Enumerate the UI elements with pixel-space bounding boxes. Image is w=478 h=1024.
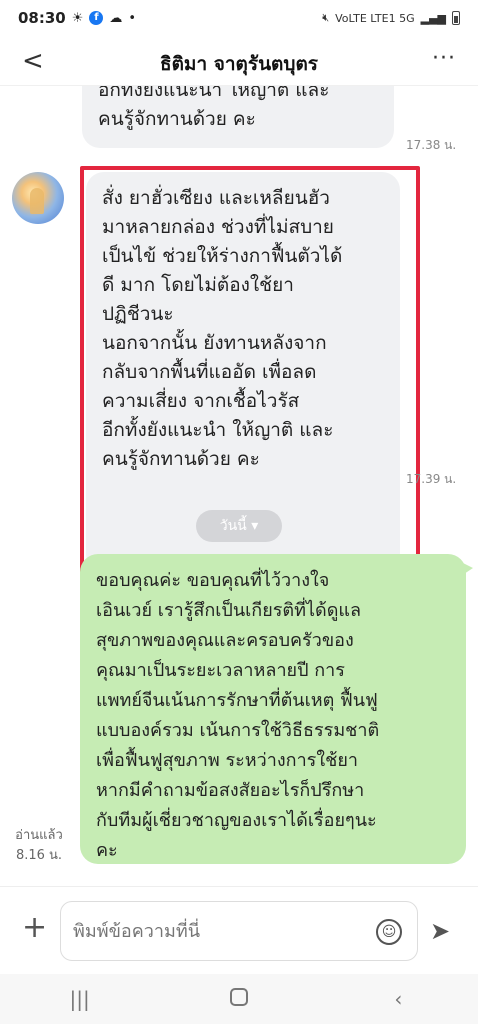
back-nav-icon[interactable]: ‹ bbox=[368, 987, 428, 1011]
status-left: 08:30 ☀ f ☁ • bbox=[18, 9, 136, 27]
signal-icon: ▂▄▆ bbox=[420, 11, 446, 25]
read-status: อ่านแล้ว bbox=[15, 828, 63, 843]
dot-icon: • bbox=[128, 10, 137, 26]
status-bar: 08:30 ☀ f ☁ • 🔇︎ VoLTE LTE1 5G ▂▄▆ bbox=[0, 0, 478, 36]
chat-header: < ธิติมา จาตุรันตบุตร ··· bbox=[0, 36, 478, 86]
message-input[interactable] bbox=[60, 901, 418, 961]
mute-icon: 🔇︎ bbox=[322, 11, 330, 24]
status-time: 08:30 bbox=[18, 9, 66, 27]
recent-apps-icon[interactable]: ||| bbox=[50, 987, 110, 1011]
message-time: 17.38 น. bbox=[406, 138, 457, 152]
cloud-icon: ☁ bbox=[109, 10, 123, 26]
read-receipt: อ่านแล้ว 8.16 น. bbox=[8, 826, 70, 866]
status-right: 🔇︎ VoLTE LTE1 5G ▂▄▆ bbox=[322, 11, 460, 25]
emoji-icon[interactable]: ☺ bbox=[376, 919, 402, 945]
message-time: 17.39 น. bbox=[406, 472, 457, 486]
more-options-button[interactable]: ··· bbox=[432, 46, 456, 71]
plus-icon[interactable]: + bbox=[22, 913, 47, 943]
contact-name: ธิติมา จาตุรันตบุตร bbox=[159, 53, 319, 75]
message-time: 8.16 น. bbox=[15, 848, 63, 863]
system-nav-bar: ||| ‹ bbox=[0, 974, 478, 1024]
sun-icon: ☀ bbox=[71, 10, 84, 26]
contact-avatar[interactable] bbox=[12, 172, 64, 224]
message-bubble-incoming[interactable]: อีกทั้งยังแนะนำ ให้ญาติ และ คนรู้จักทานด… bbox=[82, 86, 394, 148]
input-bar: + ☺ ➤ bbox=[0, 886, 478, 974]
message-bubble-outgoing[interactable]: ขอบคุณค่ะ ขอบคุณที่ไว้วางใจ เอินเวย์ เรา… bbox=[80, 554, 473, 864]
home-icon[interactable] bbox=[209, 987, 269, 1011]
network-label: VoLTE LTE1 5G bbox=[335, 11, 415, 25]
send-icon[interactable]: ➤ bbox=[430, 917, 450, 945]
battery-icon bbox=[452, 11, 460, 25]
date-divider[interactable]: วันนี้ ▾ bbox=[196, 510, 282, 542]
facebook-icon: f bbox=[89, 11, 104, 25]
chat-area[interactable]: อีกทั้งยังแนะนำ ให้ญาติ และ คนรู้จักทานด… bbox=[0, 86, 478, 886]
